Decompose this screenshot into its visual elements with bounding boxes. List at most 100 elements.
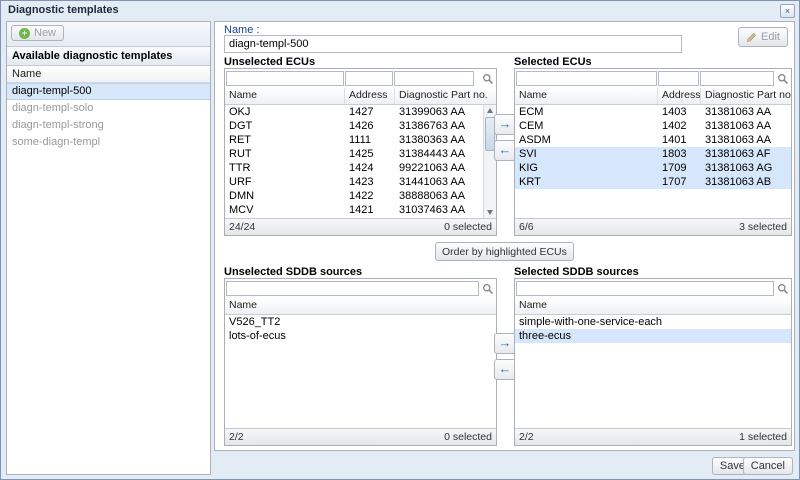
cell-part: 99221063 AA xyxy=(395,161,469,175)
close-icon[interactable]: × xyxy=(780,4,795,18)
selected-ecus-footer: 6/6 3 selected xyxy=(515,218,791,235)
unselected-sddb-filter-row xyxy=(225,279,496,298)
move-right-button[interactable]: → xyxy=(494,114,516,135)
cell-address: 1421 xyxy=(345,203,395,217)
new-button-label: New xyxy=(34,27,56,39)
unselected-ecus-column-headers: Name Address Diagnostic Part no. xyxy=(225,88,496,105)
cell-name: MCV xyxy=(225,203,345,217)
cell-name: DMN xyxy=(225,189,345,203)
template-detail-panel: Name : Edit Unselected ECUs xyxy=(214,21,795,451)
table-row[interactable]: three-ecus xyxy=(515,329,791,343)
order-by-highlighted-button[interactable]: Order by highlighted ECUs xyxy=(435,242,574,261)
cell-name: DGT xyxy=(225,119,345,133)
table-row[interactable]: KRT 1707 31381063 AB xyxy=(515,175,791,189)
table-row[interactable]: MCV 1421 31037463 AA xyxy=(225,203,496,217)
filter-input-address[interactable] xyxy=(345,71,393,86)
filter-input-address[interactable] xyxy=(658,71,699,86)
unselected-ecus-filter-row xyxy=(225,69,496,88)
selected-ecus-column-headers: Name Address Diagnostic Part no. xyxy=(515,88,791,105)
move-right-button[interactable]: → xyxy=(494,333,516,354)
selected-ecus-title: Selected ECUs xyxy=(514,56,592,68)
cancel-button[interactable]: Cancel xyxy=(743,457,793,475)
table-row[interactable]: OKJ 1427 31399063 AA xyxy=(225,105,496,119)
cell-address: 1401 xyxy=(658,133,701,147)
column-header-name[interactable]: Name xyxy=(225,298,496,314)
filter-input-name[interactable] xyxy=(516,281,774,296)
search-icon[interactable] xyxy=(775,281,790,296)
row-count: 6/6 xyxy=(519,221,534,233)
cell-name: V526_TT2 xyxy=(225,315,496,329)
filter-input-name[interactable] xyxy=(516,71,657,86)
filter-input-name[interactable] xyxy=(226,281,479,296)
table-row[interactable]: RET 1111 31380363 AA xyxy=(225,133,496,147)
filter-input-name[interactable] xyxy=(226,71,344,86)
selected-ecus-grid: Name Address Diagnostic Part no. ECM 140… xyxy=(514,68,792,236)
cell-address: 1111 xyxy=(345,133,395,147)
column-header-name[interactable]: Name xyxy=(225,88,345,104)
scroll-down-icon[interactable] xyxy=(487,210,493,215)
table-row[interactable]: SVI 1803 31381063 AF xyxy=(515,147,791,161)
move-left-button[interactable]: ← xyxy=(494,140,516,161)
table-row[interactable]: CEM 1402 31381063 AA xyxy=(515,119,791,133)
cell-name: OKJ xyxy=(225,105,345,119)
cell-address: 1425 xyxy=(345,147,395,161)
unselected-sddb-body: V526_TT2 lots-of-ecus xyxy=(225,315,496,428)
search-icon[interactable] xyxy=(480,281,495,296)
cell-name: simple-with-one-service-each xyxy=(515,315,791,329)
cell-address: 1423 xyxy=(345,175,395,189)
filter-input-part[interactable] xyxy=(700,71,774,86)
table-row[interactable]: KIG 1709 31381063 AG xyxy=(515,161,791,175)
unselected-sddb-title: Unselected SDDB sources xyxy=(224,266,362,278)
filter-input-part[interactable] xyxy=(394,71,474,86)
list-item[interactable]: diagn-templ-solo xyxy=(7,100,210,117)
unselected-sddb-grid: Name V526_TT2 lots-of-ecus 2/2 0 selecte… xyxy=(224,278,497,446)
table-row[interactable]: ASDM 1401 31381063 AA xyxy=(515,133,791,147)
cell-part: 31399063 AA xyxy=(395,105,469,119)
move-left-button[interactable]: ← xyxy=(494,359,516,380)
cell-name: KIG xyxy=(515,161,658,175)
cell-part: 31381063 AA xyxy=(701,119,775,133)
table-row[interactable]: simple-with-one-service-each xyxy=(515,315,791,329)
list-item[interactable]: some-diagn-templ xyxy=(7,134,210,151)
name-input[interactable] xyxy=(224,35,682,53)
column-header-name[interactable]: Name xyxy=(515,88,658,104)
table-row[interactable]: URF 1423 31441063 AA xyxy=(225,175,496,189)
cell-part: 31384443 AA xyxy=(395,147,469,161)
column-header-part[interactable]: Diagnostic Part no. xyxy=(701,88,791,104)
templates-column-header[interactable]: Name xyxy=(7,66,210,83)
table-row[interactable]: TTR 1424 99221063 AA xyxy=(225,161,496,175)
search-icon[interactable] xyxy=(480,71,495,86)
cell-name: RET xyxy=(225,133,345,147)
cell-name: three-ecus xyxy=(515,329,791,343)
selected-ecus-filter-row xyxy=(515,69,791,88)
edit-button[interactable]: Edit xyxy=(738,27,788,47)
scroll-up-icon[interactable] xyxy=(487,108,493,113)
cell-name: ASDM xyxy=(515,133,658,147)
new-button[interactable]: + New xyxy=(11,25,64,41)
cell-address: 1707 xyxy=(658,175,701,189)
search-icon[interactable] xyxy=(775,71,790,86)
cell-part: 31381063 AG xyxy=(701,161,776,175)
cell-part: 31386763 AA xyxy=(395,119,469,133)
cell-address: 1424 xyxy=(345,161,395,175)
cell-address: 1426 xyxy=(345,119,395,133)
column-header-name[interactable]: Name xyxy=(515,298,791,314)
table-row[interactable]: lots-of-ecus xyxy=(225,329,496,343)
table-row[interactable]: V526_TT2 xyxy=(225,315,496,329)
selected-sddb-column-headers: Name xyxy=(515,298,791,315)
column-header-address[interactable]: Address xyxy=(345,88,395,104)
table-row[interactable]: DMN 1422 38888063 AA xyxy=(225,189,496,203)
cell-part: 31381063 AF xyxy=(701,147,774,161)
cell-part: 31381063 AA xyxy=(701,133,775,147)
row-count: 2/2 xyxy=(519,431,534,443)
column-header-part[interactable]: Diagnostic Part no. xyxy=(395,88,496,104)
list-item[interactable]: diagn-templ-strong xyxy=(7,117,210,134)
list-item[interactable]: diagn-templ-500 xyxy=(7,83,210,100)
cell-address: 1422 xyxy=(345,189,395,203)
table-row[interactable]: ECM 1403 31381063 AA xyxy=(515,105,791,119)
table-row[interactable]: DGT 1426 31386763 AA xyxy=(225,119,496,133)
selected-ecus-body: ECM 1403 31381063 AA CEM 1402 31381063 A… xyxy=(515,105,791,218)
column-header-address[interactable]: Address xyxy=(658,88,701,104)
table-row[interactable]: RUT 1425 31384443 AA xyxy=(225,147,496,161)
unselected-sddb-footer: 2/2 0 selected xyxy=(225,428,496,445)
